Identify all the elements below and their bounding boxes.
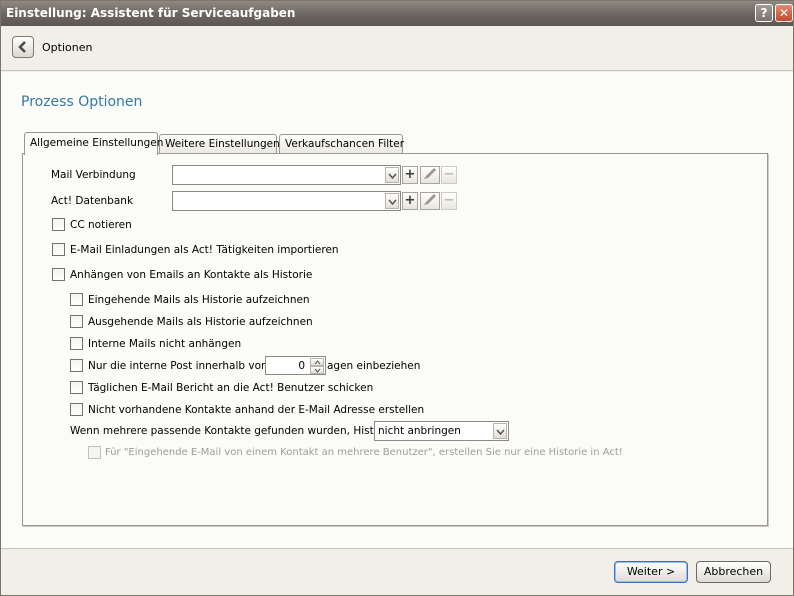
edit-mail-connection-button[interactable] <box>420 166 440 184</box>
footer: Weiter > Abbrechen <box>1 548 793 595</box>
multiple-contacts-value: nicht anbringen <box>378 425 461 437</box>
tab-general-settings[interactable]: Allgemeine Einstellungen <box>24 132 163 155</box>
email-invites-checkbox[interactable] <box>52 243 65 256</box>
wizard-window: Einstellung: Assistent für Serviceaufgab… <box>0 0 794 596</box>
nav-label: Optionen <box>42 41 93 54</box>
cancel-button[interactable]: Abbrechen <box>696 561 771 583</box>
mail-connection-label: Mail Verbindung <box>51 169 136 181</box>
multiple-contacts-select[interactable]: nicht anbringen <box>374 421 509 441</box>
internal-post-checkbox-label: Nur die interne Post innerhalb von <box>88 360 268 372</box>
incoming-mails-checkbox[interactable] <box>70 293 83 306</box>
multiple-users-checkbox-label: Für "Eingehende E-Mail von einem Kontakt… <box>105 447 623 458</box>
cc-checkbox[interactable] <box>52 218 65 231</box>
cc-checkbox-label: CC notieren <box>70 219 132 231</box>
nav-bar: Optionen <box>1 26 793 71</box>
email-invites-checkbox-label: E-Mail Einladungen als Act! Tätigkeiten … <box>70 244 339 256</box>
edit-database-button[interactable] <box>420 192 440 210</box>
tab-more-settings[interactable]: Weitere Einstellungen <box>159 134 280 154</box>
add-database-button[interactable]: + <box>402 192 418 210</box>
pencil-icon <box>424 194 436 205</box>
incoming-mails-checkbox-label: Eingehende Mails als Historie aufzeichne… <box>88 294 310 306</box>
attach-history-checkbox[interactable] <box>52 268 65 281</box>
next-button[interactable]: Weiter > <box>614 561 688 583</box>
help-button[interactable]: ? <box>755 4 773 22</box>
content-area: Prozess Optionen Allgemeine Einstellunge… <box>1 72 793 548</box>
multiple-users-checkbox[interactable] <box>88 446 101 459</box>
chevron-down-icon[interactable] <box>385 193 399 209</box>
title-bar: Einstellung: Assistent für Serviceaufgab… <box>1 1 793 26</box>
chevron-down-icon[interactable] <box>493 423 507 439</box>
add-mail-connection-button[interactable]: + <box>402 166 418 184</box>
attach-history-checkbox-label: Anhängen von Emails an Kontakte als Hist… <box>70 269 313 281</box>
days-value: 0 <box>298 360 305 372</box>
remove-database-button[interactable]: − <box>441 192 457 210</box>
pencil-icon <box>424 168 436 179</box>
page-title: Prozess Optionen <box>21 94 143 110</box>
mail-connection-select[interactable] <box>172 165 401 185</box>
internal-mails-checkbox-label: Interne Mails nicht anhängen <box>88 338 242 350</box>
stepper-down-icon[interactable] <box>310 366 324 374</box>
daily-report-checkbox-label: Täglichen E-Mail Bericht an die Act! Ben… <box>88 382 374 394</box>
close-button[interactable]: ✕ <box>775 4 793 22</box>
remove-mail-connection-button[interactable]: − <box>441 166 457 184</box>
daily-report-checkbox[interactable] <box>70 381 83 394</box>
internal-post-checkbox[interactable] <box>70 359 83 372</box>
outgoing-mails-checkbox[interactable] <box>70 315 83 328</box>
act-database-select[interactable] <box>172 191 401 211</box>
back-button[interactable] <box>12 36 34 58</box>
internal-mails-checkbox[interactable] <box>70 337 83 350</box>
create-contacts-checkbox[interactable] <box>70 403 83 416</box>
chevron-down-icon[interactable] <box>385 167 399 183</box>
window-title: Einstellung: Assistent für Serviceaufgab… <box>6 6 296 20</box>
back-arrow-icon <box>18 41 26 53</box>
days-stepper[interactable]: 0 <box>265 356 326 375</box>
multiple-contacts-label: Wenn mehrere passende Kontakte gefunden … <box>70 425 394 437</box>
create-contacts-checkbox-label: Nicht vorhandene Kontakte anhand der E-M… <box>88 404 425 416</box>
stepper-up-icon[interactable] <box>310 358 324 366</box>
tab-opportunity-filter[interactable]: Verkaufschancen Filter <box>279 134 404 154</box>
internal-post-suffix-label: agen einbeziehen <box>327 360 421 372</box>
outgoing-mails-checkbox-label: Ausgehende Mails als Historie aufzeichne… <box>88 316 313 328</box>
act-database-label: Act! Datenbank <box>51 195 134 207</box>
